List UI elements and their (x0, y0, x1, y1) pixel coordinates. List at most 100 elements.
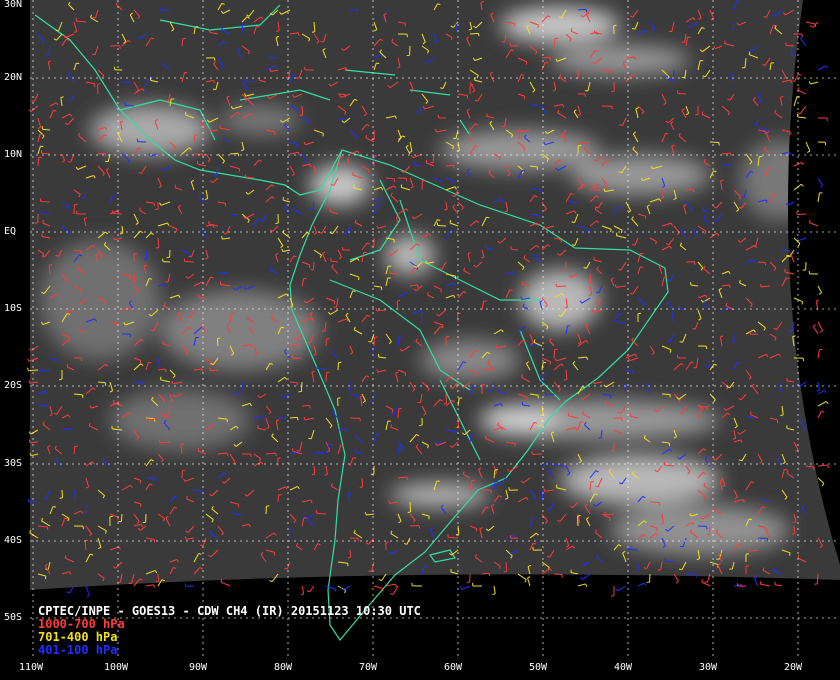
wind-barb (61, 489, 64, 498)
wind-barb-tick (469, 131, 473, 134)
wind-barb (289, 416, 298, 419)
wind-barb-tick (52, 505, 57, 508)
wind-barb (372, 393, 375, 402)
lon-label: 110W (19, 662, 44, 673)
wind-barb (389, 272, 399, 275)
wind-barb-tick (418, 525, 421, 529)
wind-barb (385, 177, 395, 180)
wind-barb-tick (421, 312, 425, 314)
wind-barb-tick (112, 399, 115, 404)
wind-barb-tick (440, 181, 443, 185)
lon-label: 40W (614, 662, 633, 673)
wind-barb (145, 417, 155, 420)
wind-barb-tick (610, 229, 612, 233)
wind-barb-tick (337, 397, 341, 399)
wind-barb-tick (289, 528, 293, 531)
wind-barb (469, 32, 479, 35)
wind-barb-tick (148, 278, 153, 280)
wind-barb-tick (577, 515, 581, 517)
wind-barb-tick (298, 345, 301, 349)
wind-barb (553, 573, 563, 576)
wind-barb-tick (736, 583, 739, 587)
wind-barb-tick (595, 291, 600, 294)
wind-barb (120, 513, 123, 522)
wind-barb-tick (748, 518, 752, 521)
wind-barb-tick (503, 570, 507, 573)
wind-barb-tick (59, 497, 63, 499)
wind-barb-tick (385, 541, 389, 544)
wind-barb-tick (796, 211, 798, 215)
wind-barb (289, 344, 300, 347)
wind-barb-tick (263, 417, 265, 421)
wind-barb-tick (679, 341, 683, 343)
wind-barb (505, 561, 508, 572)
wind-barb-tick (808, 219, 811, 223)
wind-barb-tick (309, 405, 311, 409)
wind-barb-tick (485, 435, 487, 439)
wind-barb-tick (184, 111, 187, 115)
wind-barb-tick (477, 33, 480, 37)
wind-barb-tick (333, 301, 336, 305)
wind-barb-tick (509, 535, 512, 539)
wind-barb-tick (68, 99, 72, 102)
wind-barb-tick (67, 161, 71, 163)
wind-barb-tick (119, 45, 121, 49)
wind-barb (541, 56, 550, 59)
wind-barb-tick (55, 29, 59, 32)
wind-barb-tick (307, 120, 310, 124)
wind-barb-tick (139, 480, 142, 484)
wind-barb-tick (373, 155, 377, 157)
wind-barb (732, 21, 735, 30)
wind-barb (28, 369, 39, 372)
wind-barb-tick (275, 222, 279, 225)
lon-label: 80W (274, 662, 293, 673)
wind-barb-tick (419, 424, 423, 427)
wind-barb-tick (377, 204, 381, 207)
wind-barb-tick (42, 220, 44, 224)
wind-barb-tick (452, 180, 454, 184)
wind-barb-tick (613, 24, 617, 27)
wind-barb-tick (525, 61, 528, 65)
wind-barb-tick (692, 328, 696, 330)
wind-barb-tick (175, 228, 178, 233)
wind-barb-tick (631, 244, 636, 246)
wind-barb-tick (308, 264, 311, 269)
wind-barb-tick (407, 511, 411, 514)
wind-barb (481, 368, 491, 371)
wind-barb-tick (200, 544, 204, 547)
wind-barb (797, 213, 807, 216)
wind-barb-tick (322, 133, 324, 137)
wind-barb (457, 417, 460, 428)
wind-barb-tick (129, 81, 131, 86)
lon-label: 20W (784, 662, 803, 673)
wind-barb (84, 506, 87, 515)
wind-barb-tick (475, 528, 478, 532)
wind-barb-tick (68, 337, 70, 341)
wind-barb (570, 201, 579, 204)
wind-barb-tick (669, 349, 672, 353)
wind-barb-tick (571, 221, 575, 223)
lon-label: 50W (529, 662, 548, 673)
wind-barb-tick (665, 132, 669, 135)
wind-barb-tick (213, 57, 216, 61)
wind-barb-tick (425, 159, 428, 163)
wind-barb-tick (370, 245, 375, 247)
lat-label: 50S (4, 612, 23, 623)
wind-barb (672, 69, 675, 79)
wind-barb (649, 501, 660, 504)
wind-barb-tick (731, 341, 735, 343)
wind-barb-tick (695, 573, 697, 577)
wind-barb-tick (197, 294, 200, 299)
wind-barb-tick (826, 117, 828, 121)
wind-barb-tick (631, 27, 636, 30)
wind-barb-tick (109, 515, 113, 518)
wind-barb-tick (159, 7, 161, 11)
wind-barb-tick (532, 547, 534, 551)
wind-barb-tick (307, 341, 311, 344)
wind-barb-tick (773, 193, 777, 195)
wind-barb (409, 501, 412, 512)
wind-barb-tick (692, 189, 695, 193)
wind-barb-tick (595, 485, 599, 488)
wind-barb-tick (749, 331, 751, 335)
wind-barb-tick (352, 457, 357, 459)
